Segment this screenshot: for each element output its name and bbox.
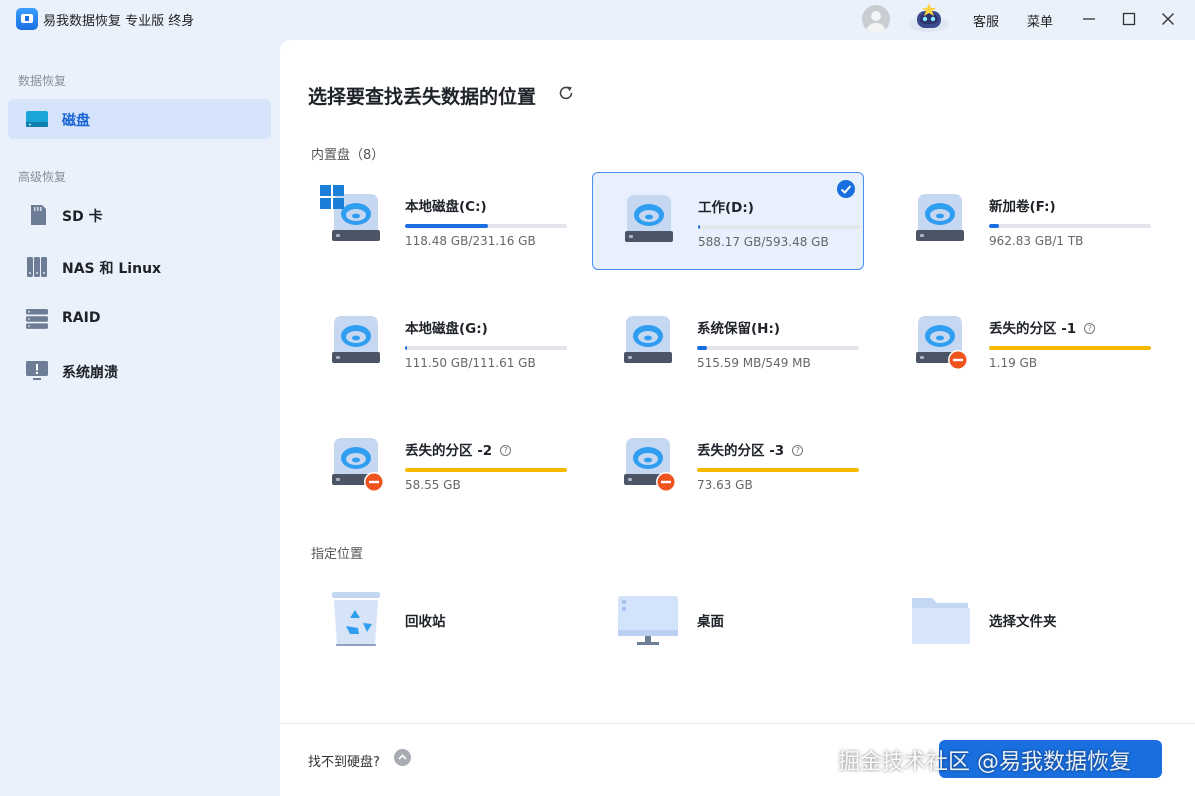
drive-card[interactable]: 本地磁盘(G:) 111.50 GB/111.61 GB	[300, 294, 572, 392]
maximize-button[interactable]	[1118, 8, 1140, 30]
customer-service-link[interactable]: 客服	[973, 11, 999, 30]
drive-card[interactable]: 工作(D:) 588.17 GB/593.48 GB	[592, 172, 864, 270]
drive-size: 1.19 GB	[989, 356, 1038, 370]
drive-card[interactable]: 丢失的分区 -3? 73.63 GB	[592, 416, 864, 514]
hard-drive-icon	[916, 316, 968, 370]
drive-count: （8）	[350, 148, 385, 163]
help-icon[interactable]: ?	[500, 445, 512, 456]
location-recycle-bin[interactable]: 回收站	[330, 590, 530, 654]
drive-name: 本地磁盘(C:)	[405, 199, 487, 215]
drive-name: 工作(D:)	[698, 200, 754, 216]
location-name: 桌面	[697, 614, 724, 630]
drive-size: 588.17 GB/593.48 GB	[698, 235, 829, 249]
specified-location-label: 指定位置	[311, 547, 364, 562]
app-logo-icon	[16, 8, 38, 30]
usage-bar	[405, 346, 567, 350]
drive-size: 58.55 GB	[405, 478, 461, 492]
hard-drive-icon	[916, 194, 964, 241]
sidebar-item-system-crash[interactable]: 系统崩溃	[8, 351, 271, 391]
folder-icon	[912, 598, 970, 644]
maximize-icon	[1122, 12, 1136, 26]
drive-card[interactable]: 丢失的分区 -2? 58.55 GB	[300, 416, 572, 514]
user-avatar[interactable]	[862, 5, 890, 33]
drive-card[interactable]: 系统保留(H:) 515.59 MB/549 MB	[592, 294, 864, 392]
drive-name: 系统保留(H:)	[697, 321, 781, 337]
refresh-icon[interactable]	[557, 84, 575, 102]
chevron-up-icon	[398, 754, 407, 760]
nas-icon	[27, 257, 47, 277]
sidebar-item-label: 磁盘	[62, 113, 90, 129]
section-label-data-recovery: 数据恢复	[18, 74, 67, 88]
location-select-folder[interactable]: 选择文件夹	[910, 590, 1110, 654]
usage-bar	[989, 346, 1151, 350]
sidebar-item-nas-linux[interactable]: NAS 和 Linux	[8, 247, 271, 287]
usage-bar	[405, 468, 567, 472]
help-icon[interactable]: ?	[1084, 323, 1096, 334]
drive-card[interactable]: 新加卷(F:) 962.83 GB/1 TB	[884, 172, 1156, 270]
page-title: 选择要查找丢失数据的位置	[308, 86, 537, 108]
menu-link[interactable]: 菜单	[1027, 11, 1053, 30]
sidebar-item-label: 系统崩溃	[62, 365, 118, 381]
usage-bar	[697, 346, 859, 350]
drive-card[interactable]: 丢失的分区 -1? 1.19 GB	[884, 294, 1156, 392]
close-button[interactable]	[1157, 8, 1179, 30]
location-name: 回收站	[405, 614, 446, 630]
usage-bar	[405, 224, 567, 228]
sidebar-item-disk[interactable]: 磁盘	[8, 99, 271, 139]
sidebar-item-label: SD 卡	[62, 209, 103, 225]
drive-size: 73.63 GB	[697, 478, 753, 492]
drive-size: 118.48 GB/231.16 GB	[405, 234, 536, 248]
windows-logo-icon	[320, 185, 344, 209]
app-title: 易我数据恢复 专业版 终身	[43, 14, 195, 29]
location-desktop[interactable]: 桌面	[616, 590, 816, 654]
hard-drive-icon	[332, 438, 384, 492]
no-disk-link[interactable]: 找不到硬盘?	[308, 751, 380, 770]
section-label-advanced-recovery: 高级恢复	[18, 170, 67, 184]
raid-icon	[26, 309, 48, 329]
help-icon[interactable]: ?	[792, 445, 804, 456]
check-icon	[837, 180, 855, 198]
desktop-icon	[618, 596, 678, 645]
main-panel: 选择要查找丢失数据的位置 内置盘（8） 本地磁盘(C:) 118.48 GB/23…	[280, 40, 1195, 796]
disk-icon	[26, 111, 48, 127]
hard-drive-icon	[332, 316, 380, 363]
drive-name: 丢失的分区 -3?	[697, 439, 804, 459]
minimize-button[interactable]	[1078, 8, 1100, 30]
internal-drives-label: 内置盘（8）	[311, 148, 385, 163]
location-name: 选择文件夹	[989, 614, 1057, 630]
hard-drive-icon	[624, 438, 676, 492]
footer-divider	[280, 723, 1195, 724]
drive-size: 962.83 GB/1 TB	[989, 234, 1084, 248]
system-crash-icon	[26, 361, 48, 380]
sidebar-item-raid[interactable]: RAID	[8, 299, 271, 339]
sidebar-item-sd-card[interactable]: SD 卡	[8, 195, 271, 235]
watermark: 掘金技术社区 @易我数据恢复	[838, 750, 1131, 775]
hard-drive-icon	[624, 316, 672, 363]
sidebar-item-label: NAS 和 Linux	[62, 261, 162, 277]
usage-bar	[989, 224, 1151, 228]
assistant-robot-icon[interactable]	[906, 2, 952, 34]
recycle-bin-icon	[332, 592, 380, 646]
drive-size: 111.50 GB/111.61 GB	[405, 356, 536, 370]
usage-bar	[697, 468, 859, 472]
drive-name: 新加卷(F:)	[989, 199, 1056, 215]
drive-name: 丢失的分区 -2?	[405, 439, 512, 459]
hard-drive-icon	[625, 195, 673, 242]
sidebar: 数据恢复 磁盘 高级恢复 SD 卡 NAS 和 Linux RAID 系统崩溃	[0, 38, 280, 796]
sd-card-icon	[31, 205, 46, 225]
expand-toggle[interactable]	[394, 749, 411, 766]
close-icon	[1162, 13, 1174, 25]
sidebar-item-label: RAID	[62, 310, 101, 326]
drive-card[interactable]: 本地磁盘(C:) 118.48 GB/231.16 GB	[300, 172, 572, 270]
drive-name: 本地磁盘(G:)	[405, 321, 488, 337]
drive-size: 515.59 MB/549 MB	[697, 356, 811, 370]
drive-name: 丢失的分区 -1?	[989, 317, 1096, 337]
title-bar: 易我数据恢复 专业版 终身 客服 菜单	[0, 0, 1195, 38]
minimize-icon	[1083, 18, 1095, 20]
usage-bar	[698, 225, 860, 229]
